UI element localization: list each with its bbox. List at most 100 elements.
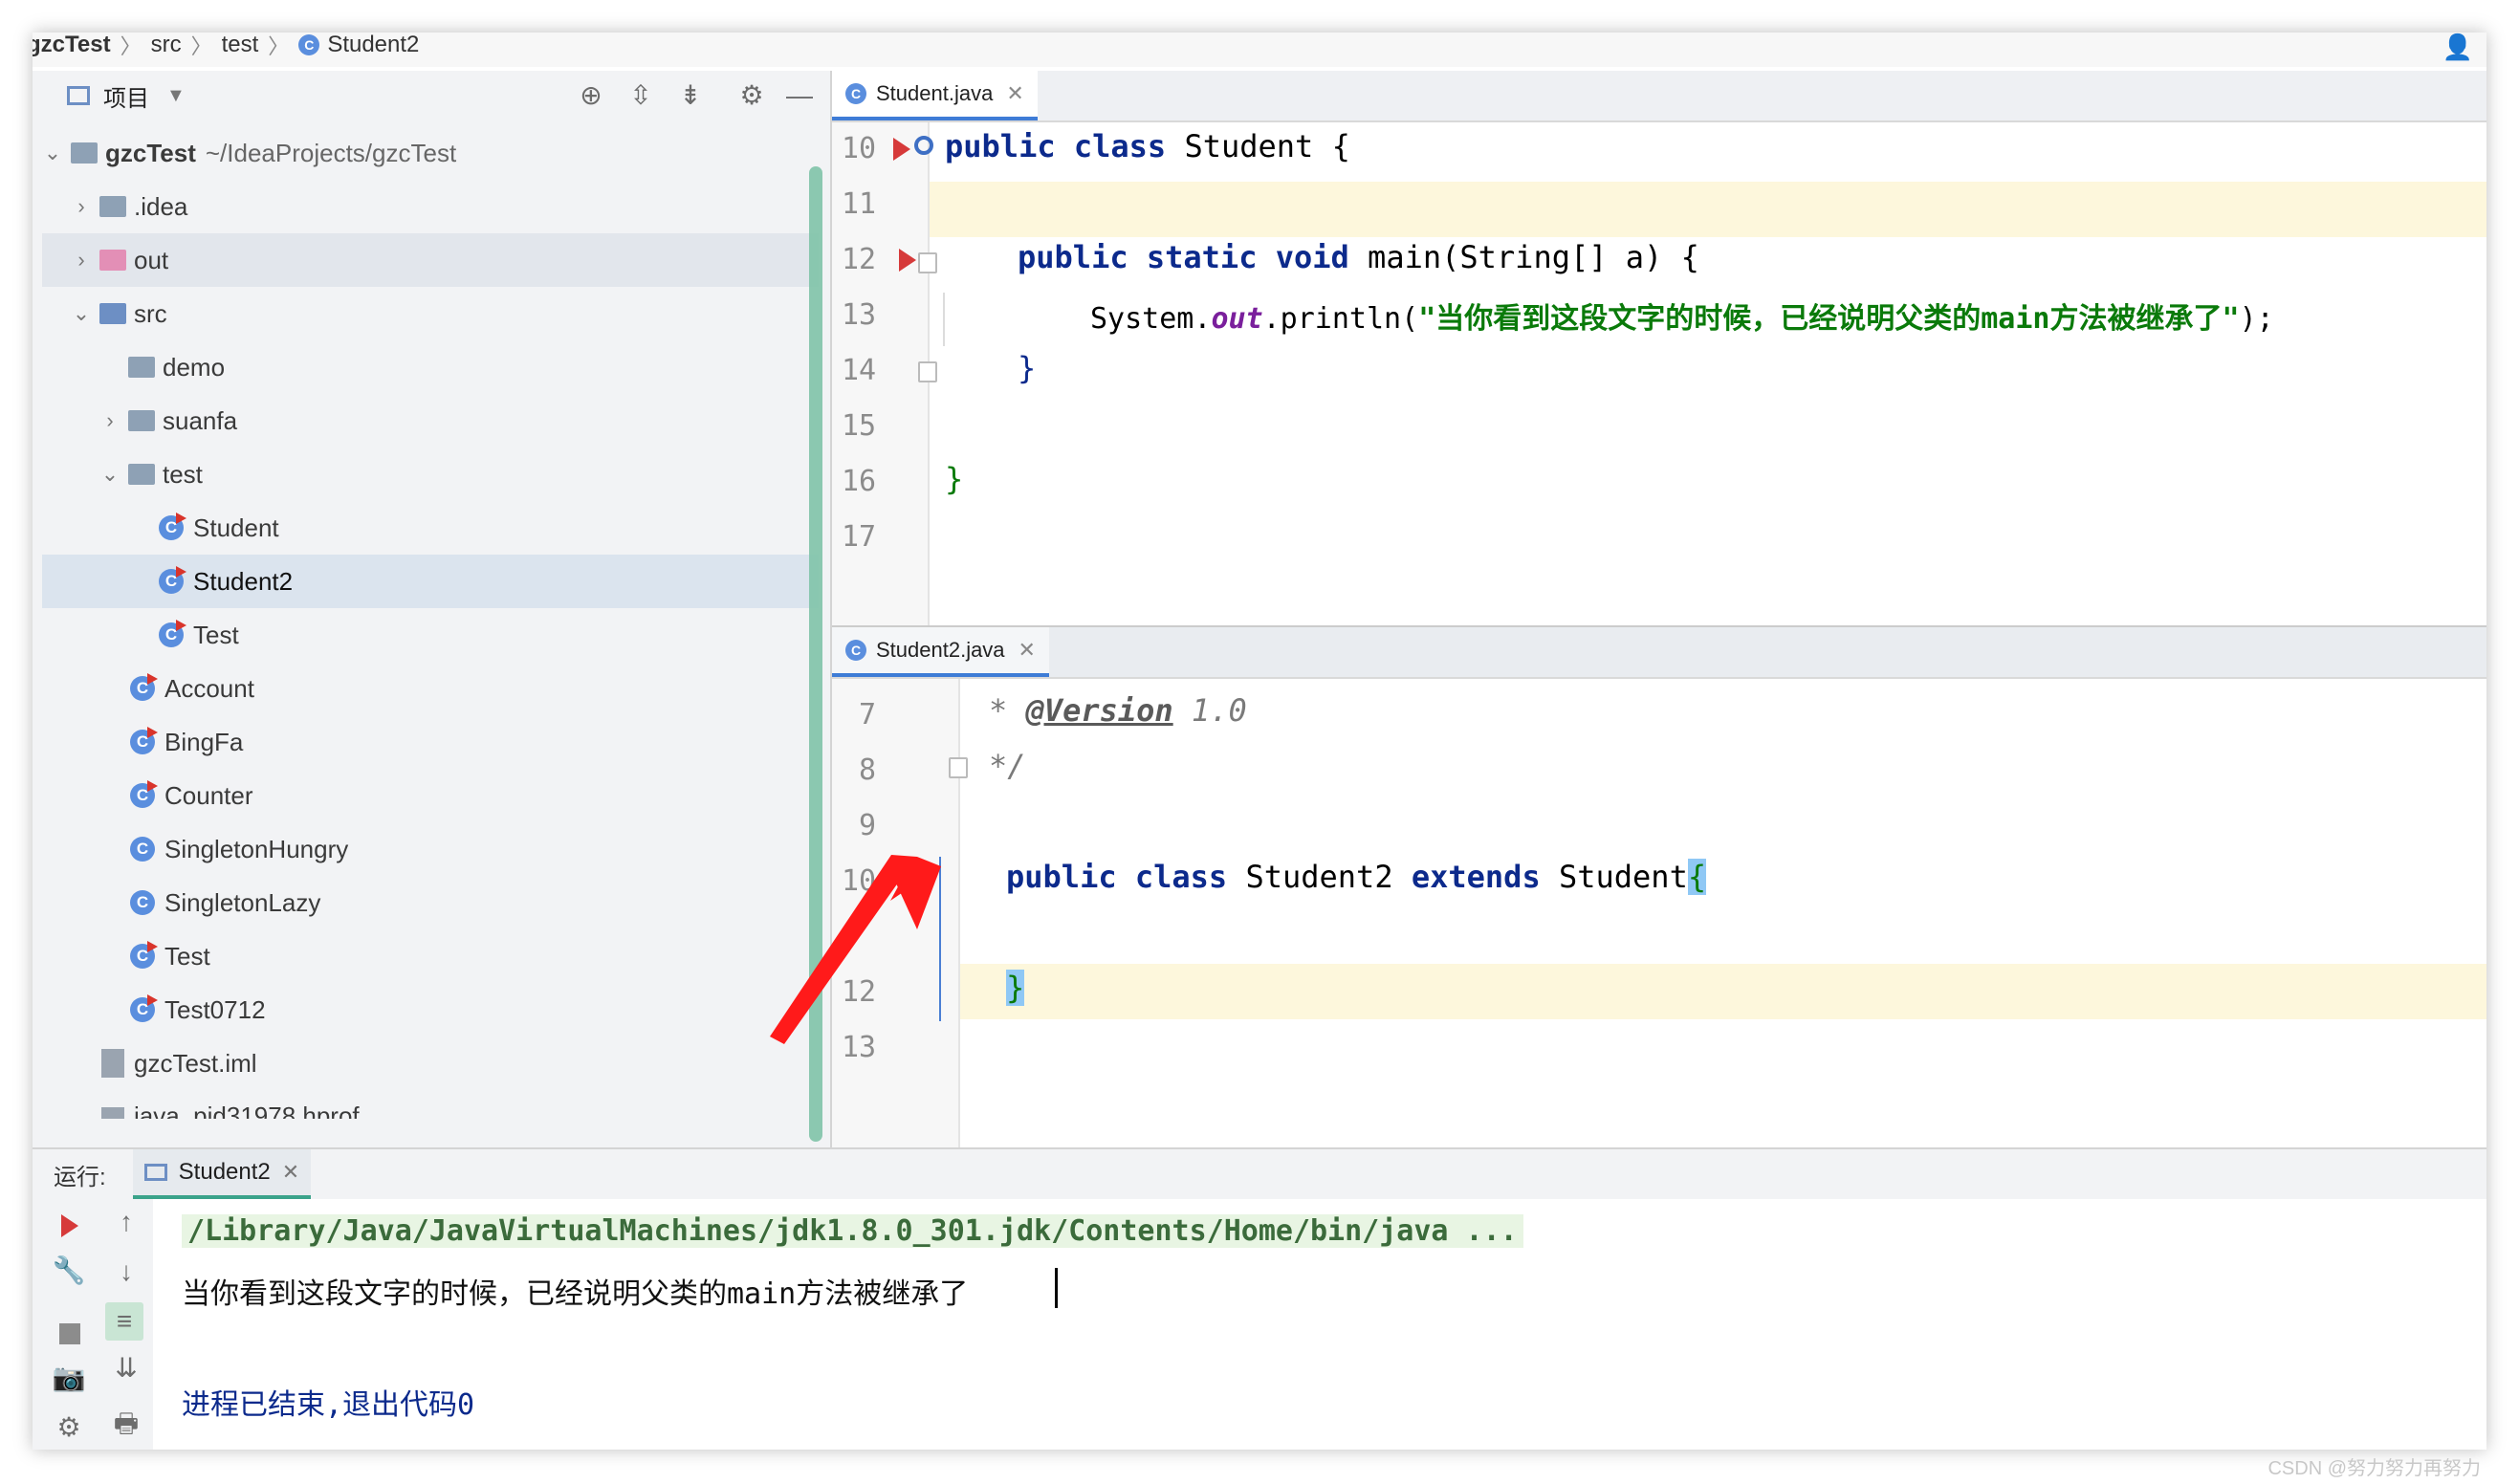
editor-tabbar: C Student.java ✕	[832, 71, 2486, 122]
breadcrumb-item[interactable]: Student2	[327, 33, 419, 58]
line-number: 12	[842, 243, 877, 276]
arrow-up-icon[interactable]: ↑	[107, 1207, 145, 1237]
tree-item-label: Test0712	[164, 994, 266, 1024]
line-number: 10	[842, 132, 877, 165]
tree-item-student[interactable]: C Student	[42, 501, 819, 555]
tree-item-singletonlazy[interactable]: C SingletonLazy	[42, 876, 819, 929]
console-command-line: /Library/Java/JavaVirtualMachines/jdk1.8…	[182, 1214, 1523, 1248]
tree-item-suanfa[interactable]: › suanfa	[42, 394, 819, 447]
code-text: Student	[1540, 859, 1688, 895]
tree-item-singletonhungry[interactable]: C SingletonHungry	[42, 822, 819, 876]
exit-icon[interactable]: ⚙	[50, 1411, 88, 1443]
tree-item-counter[interactable]: C Counter	[42, 769, 819, 822]
chevron-right-icon[interactable]: ›	[71, 248, 92, 273]
breadcrumb-item[interactable]: src	[151, 33, 182, 58]
fold-icon[interactable]	[918, 252, 937, 273]
run-gutter-icon[interactable]	[899, 249, 916, 272]
line-number: 13	[842, 298, 877, 332]
tree-item-label: Test	[164, 941, 210, 971]
console-output-line: 当你看到这段文字的时候，已经说明父类的main方法被继承了	[182, 1277, 969, 1311]
change-marker	[939, 857, 941, 1021]
chevron-down-icon[interactable]: ⌄	[99, 462, 120, 487]
line-number: 15	[842, 409, 877, 443]
run-panel: 运行: Student2 ✕ ↑ 🔧 ↓ ≡ 📷 ⇊ ⚙ 🖶 🗑 /Librar…	[33, 1147, 2486, 1450]
implemented-icon[interactable]	[914, 136, 933, 155]
class-icon: C	[130, 890, 155, 915]
project-panel-header: 项目 ▼ ⊕ ⇳ ⇟ ⚙ —	[33, 71, 830, 120]
tab-student2-java[interactable]: C Student2.java ✕	[832, 627, 1049, 677]
tree-item-label: java_pid31978.hprof	[134, 1102, 360, 1119]
tree-item-iml[interactable]: gzcTest.iml	[42, 1037, 819, 1090]
class-icon: C	[159, 566, 186, 594]
rerun-icon[interactable]	[61, 1214, 78, 1237]
stop-icon[interactable]	[59, 1323, 80, 1344]
close-icon[interactable]: ✕	[1006, 81, 1023, 106]
tree-item-hprof[interactable]: java_pid31978.hprof	[42, 1090, 819, 1119]
run-gutter-icon[interactable]	[893, 138, 910, 161]
camera-icon[interactable]: 📷	[50, 1362, 88, 1393]
class-icon: C	[130, 941, 158, 969]
class-icon: C	[298, 34, 320, 55]
line-number: 9	[859, 809, 877, 842]
breadcrumb-item[interactable]: gzcTest	[33, 33, 111, 58]
chevron-down-icon[interactable]: ▼	[166, 85, 186, 107]
tree-item-demo[interactable]: demo	[42, 340, 819, 394]
code-text: main(String[] a) {	[1348, 239, 1699, 275]
close-icon[interactable]: ✕	[282, 1160, 299, 1185]
collapse-all-icon[interactable]: ⇟	[675, 80, 706, 111]
code-line: public class Student {	[945, 128, 1350, 164]
tree-item-test-class[interactable]: C Test	[42, 608, 819, 662]
scrollbar[interactable]	[809, 166, 822, 1142]
package-icon	[128, 464, 155, 485]
tree-item-out[interactable]: › out	[42, 233, 819, 287]
chevron-right-icon[interactable]: ›	[71, 194, 92, 219]
locate-icon[interactable]: ⊕	[576, 80, 606, 111]
comment: 1.0	[1172, 692, 1247, 729]
tree-item-bingfa[interactable]: C BingFa	[42, 715, 819, 769]
chevron-down-icon[interactable]: ⌄	[42, 141, 63, 165]
class-icon: C	[159, 620, 186, 647]
gear-icon[interactable]: ⚙	[736, 80, 767, 111]
tree-item-path: ~/IdeaProjects/gzcTest	[205, 138, 457, 167]
fold-icon[interactable]	[949, 757, 968, 778]
tab-run-student2[interactable]: Student2 ✕	[132, 1149, 312, 1199]
console-exit-line: 进程已结束,退出代码0	[182, 1388, 475, 1422]
breadcrumb-item[interactable]: test	[222, 33, 259, 58]
print-icon[interactable]: 🖶	[107, 1404, 145, 1450]
tree-item-test0712[interactable]: C Test0712	[42, 983, 819, 1037]
fold-icon[interactable]	[918, 361, 937, 382]
package-icon	[128, 357, 155, 378]
tree-item-label: .idea	[134, 191, 188, 221]
wrench-icon[interactable]: 🔧	[50, 1255, 88, 1286]
chevron-right-icon: 〉	[120, 34, 142, 58]
code-line: System.out.println("当你看到这段文字的时候，已经说明父类的m…	[1090, 295, 2274, 337]
tab-student-java[interactable]: C Student.java ✕	[832, 71, 1038, 120]
tree-item-src[interactable]: ⌄ src	[42, 287, 819, 340]
tree-item-project[interactable]: ⌄ gzcTest ~/IdeaProjects/gzcTest	[42, 126, 819, 180]
chevron-down-icon[interactable]: ⌄	[71, 301, 92, 326]
keyword: public class	[945, 128, 1167, 164]
close-icon[interactable]: ✕	[1019, 638, 1036, 663]
tree-item-test-package[interactable]: ⌄ test	[42, 447, 819, 501]
user-icon[interactable]: 👤	[2442, 33, 2473, 62]
tree-item-label: Test	[193, 620, 239, 649]
tree-item-idea[interactable]: › .idea	[42, 180, 819, 233]
tab-label: Student2	[178, 1159, 271, 1185]
tree-item-test-root[interactable]: C Test	[42, 929, 819, 983]
minimize-icon[interactable]: —	[784, 80, 815, 111]
tree-item-student2[interactable]: C Student2	[42, 555, 819, 608]
comment: *	[989, 692, 1026, 729]
project-view-title[interactable]: 项目	[103, 79, 149, 113]
expand-all-icon[interactable]: ⇳	[625, 80, 656, 111]
run-gutter-icon[interactable]	[899, 870, 916, 893]
line-number: 8	[859, 753, 877, 787]
chevron-right-icon[interactable]: ›	[99, 408, 120, 433]
scroll-to-end-icon[interactable]: ⇊	[107, 1352, 145, 1384]
class-icon: C	[130, 994, 158, 1022]
line-number: 14	[842, 354, 877, 387]
code-text: Student {	[1166, 128, 1350, 164]
tree-item-account[interactable]: C Account	[42, 662, 819, 715]
run-panel-header: 运行: Student2 ✕	[33, 1149, 2486, 1199]
arrow-down-icon[interactable]: ↓	[107, 1256, 145, 1287]
soft-wrap-icon[interactable]: ≡	[105, 1302, 143, 1341]
